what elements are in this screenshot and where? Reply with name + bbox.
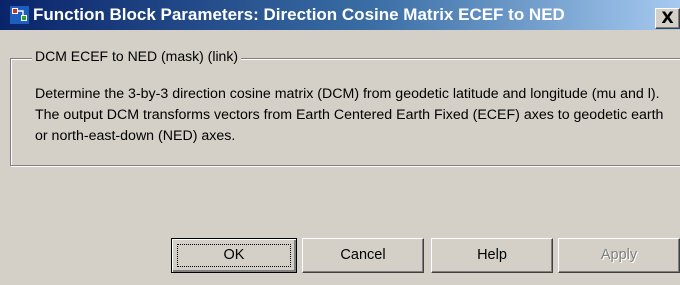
window-title: Function Block Parameters: Direction Cos… — [33, 5, 565, 24]
ok-button-label: OK — [223, 247, 245, 263]
cancel-button[interactable]: Cancel — [302, 238, 424, 273]
title-bar[interactable]: Function Block Parameters: Direction Cos… — [0, 0, 680, 30]
close-button[interactable]: X — [655, 8, 680, 29]
simulink-block-icon — [10, 6, 29, 24]
apply-button[interactable]: Apply — [558, 238, 680, 273]
ok-button[interactable]: OK — [171, 238, 297, 273]
group-legend: DCM ECEF to NED (mask) (link) — [32, 48, 242, 64]
block-description: Determine the 3-by-3 direction cosine ma… — [35, 86, 664, 144]
help-button[interactable]: Help — [431, 238, 553, 273]
